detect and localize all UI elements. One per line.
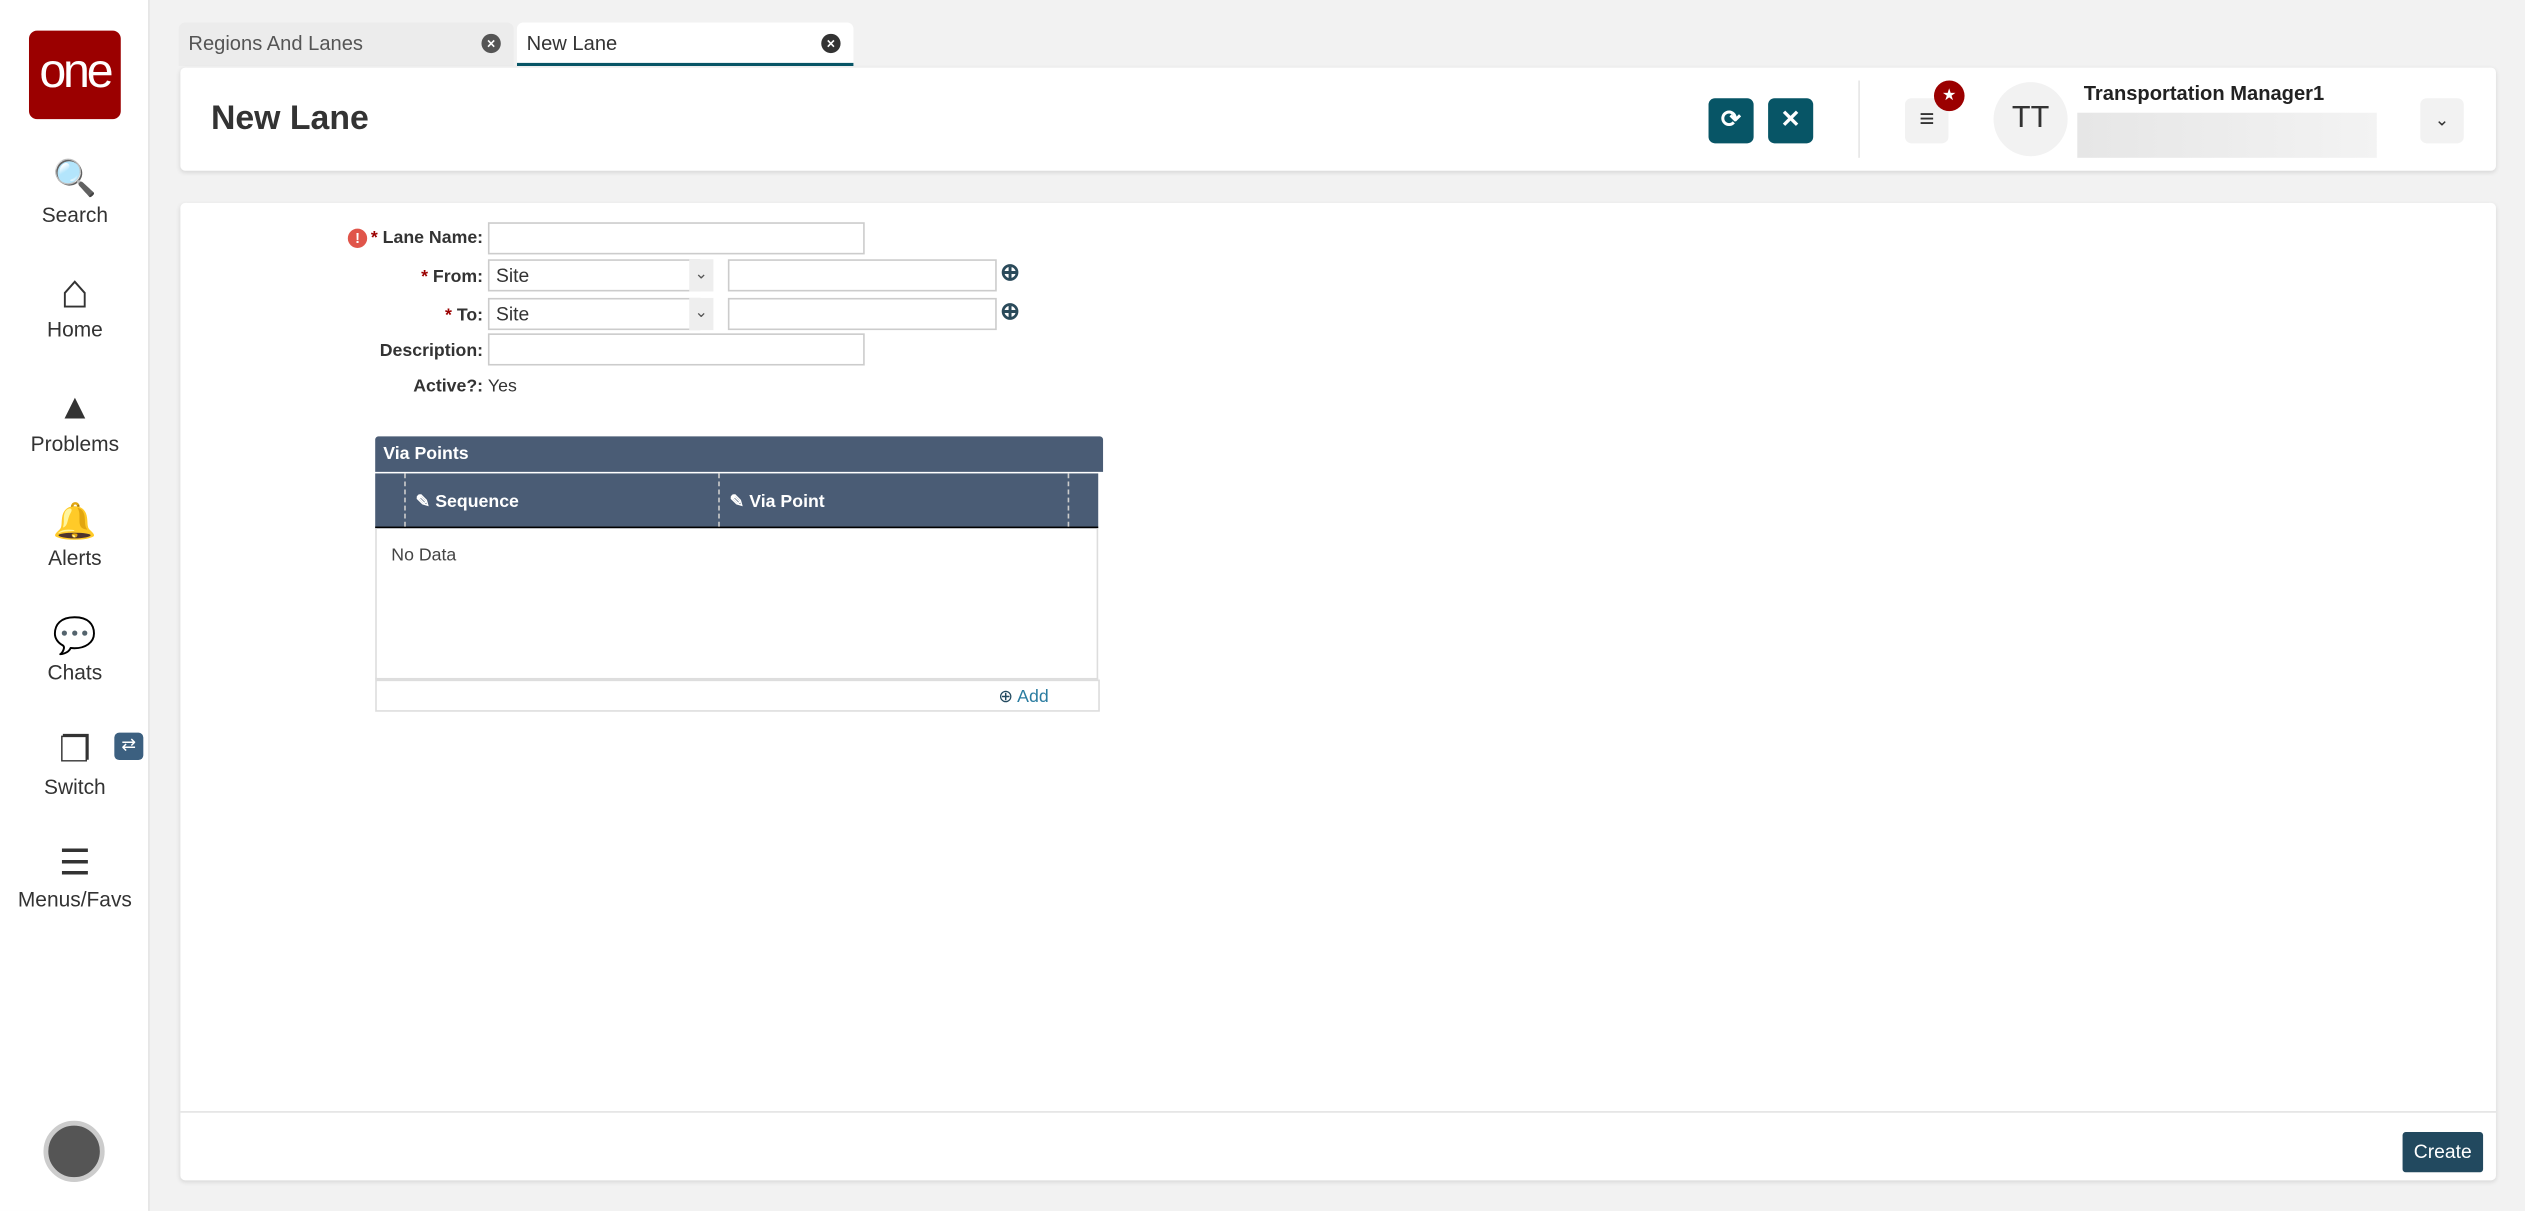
create-button[interactable]: Create xyxy=(2402,1132,2484,1173)
grid-footer: ⊕ Add xyxy=(375,679,1100,712)
sidebar-item-label: Menus/Favs xyxy=(17,887,132,912)
add-button[interactable]: ⊕ Add xyxy=(998,686,1048,707)
lane-name-label: * Lane Name: xyxy=(370,228,484,248)
new-lane-form: ! * Lane Name: * From: Site ⌄ ⊕ * To: Si… xyxy=(180,202,2496,1181)
plus-circle-icon: ⊕ xyxy=(998,687,1014,707)
chat-icon: 💬 xyxy=(52,615,97,656)
sidebar-item-chats[interactable]: 💬 Chats xyxy=(0,615,150,684)
sidebar-item-menus-favs[interactable]: ☰ Menus/Favs xyxy=(0,842,150,911)
column-via-point[interactable]: ✎ Via Point xyxy=(718,473,1067,527)
swap-icon[interactable]: ⇄ xyxy=(114,732,144,761)
grid-title: Via Points xyxy=(375,436,1104,472)
page-title: New Lane xyxy=(210,99,369,137)
sidebar-item-label: Alerts xyxy=(48,545,102,571)
sidebar-item-alerts[interactable]: 🔔 Alerts xyxy=(0,501,150,570)
sidebar-item-problems[interactable]: ▲ Problems xyxy=(0,386,150,455)
grid-body: No Data xyxy=(375,528,1099,680)
edit-icon: ✎ xyxy=(415,492,431,513)
sidebar-item-label: Search xyxy=(41,202,109,228)
sidebar-item-label: Problems xyxy=(30,431,120,456)
user-avatar[interactable]: TT xyxy=(1993,82,2068,157)
search-icon: 🔍 xyxy=(52,157,97,199)
tab-new-lane[interactable]: New Lane × xyxy=(516,22,854,67)
close-tab-icon[interactable]: × xyxy=(821,33,841,54)
sidebar-item-label: Chats xyxy=(47,660,103,685)
page-header: New Lane ⟳ ✕ ≡ ★ TT Transportation Manag… xyxy=(180,67,2496,171)
favorites-star-icon[interactable]: ★ xyxy=(1933,80,1965,112)
column-sequence[interactable]: ✎ Sequence xyxy=(404,473,720,527)
sidebar-item-home[interactable]: ⌂ Home xyxy=(0,265,150,342)
edit-icon: ✎ xyxy=(729,492,745,513)
assistant-avatar[interactable] xyxy=(43,1120,105,1182)
zoom-search-icon[interactable]: ⊕ xyxy=(1000,258,1020,286)
via-points-grid: Via Points ✎ Sequence ✎ Via Point No Dat… xyxy=(375,436,1104,712)
zoom-search-icon[interactable]: ⊕ xyxy=(1000,296,1020,325)
menu-icon: ☰ xyxy=(58,842,91,883)
sidebar: one 🔍 Search ⌂ Home ▲ Problems 🔔 Alerts 💬 Cha… xyxy=(0,0,150,1211)
to-value-input[interactable] xyxy=(727,297,997,331)
tab-regions-and-lanes[interactable]: Regions And Lanes × xyxy=(178,22,514,67)
chevron-down-icon[interactable]: ⌄ xyxy=(689,297,714,331)
logo: one xyxy=(28,30,121,120)
user-detail-redacted xyxy=(2077,112,2377,158)
empty-message: No Data xyxy=(391,545,457,566)
lane-name-input[interactable] xyxy=(487,222,865,255)
chevron-down-icon[interactable]: ⌄ xyxy=(689,259,714,292)
warning-icon: ▲ xyxy=(57,386,93,427)
tab-label: Regions And Lanes xyxy=(188,32,363,55)
bell-icon: 🔔 xyxy=(52,500,97,542)
to-type-select[interactable]: Site xyxy=(487,297,701,331)
home-icon: ⌂ xyxy=(60,265,90,319)
sidebar-item-label: Home xyxy=(46,317,103,342)
form-footer: Create xyxy=(180,1111,2496,1180)
user-name: Transportation Manager1 xyxy=(2083,82,2325,105)
to-label: * To: xyxy=(445,305,484,326)
description-input[interactable] xyxy=(487,333,865,366)
from-value-input[interactable] xyxy=(727,259,997,292)
chevron-down-icon[interactable]: ⌄ xyxy=(2420,98,2464,144)
grid-header: ✎ Sequence ✎ Via Point xyxy=(375,473,1099,529)
column-spacer xyxy=(1067,473,1099,527)
refresh-button[interactable]: ⟳ xyxy=(1708,98,1754,144)
from-type-select[interactable]: Site xyxy=(487,259,701,292)
active-value: Yes xyxy=(487,376,517,397)
close-button[interactable]: ✕ xyxy=(1768,98,1814,144)
active-label: Active?: xyxy=(413,376,484,397)
from-label: * From: xyxy=(421,267,484,287)
sidebar-item-label: Switch xyxy=(44,774,106,799)
sidebar-item-search[interactable]: 🔍 Search xyxy=(0,158,150,227)
tab-label: New Lane xyxy=(526,32,618,55)
divider xyxy=(1858,80,1860,158)
description-label: Description: xyxy=(379,341,484,361)
close-tab-icon[interactable]: × xyxy=(481,33,501,54)
